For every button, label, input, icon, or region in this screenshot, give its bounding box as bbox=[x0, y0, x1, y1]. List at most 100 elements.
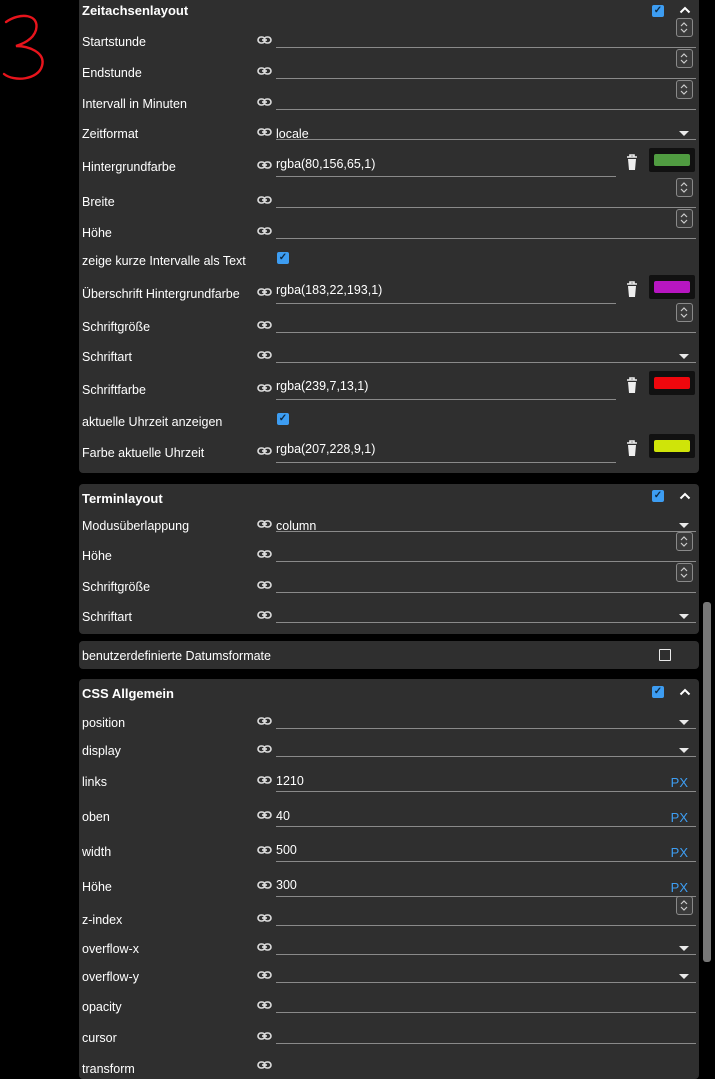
link-icon[interactable] bbox=[257, 549, 272, 559]
link-icon[interactable] bbox=[257, 810, 272, 820]
overflow-x-select[interactable] bbox=[276, 932, 696, 955]
modus-value: column bbox=[276, 519, 317, 533]
trash-icon[interactable] bbox=[625, 280, 639, 298]
links-input[interactable]: PX bbox=[276, 769, 696, 792]
chevron-up-icon[interactable] bbox=[679, 686, 691, 698]
link-icon[interactable] bbox=[257, 970, 272, 980]
position-select[interactable] bbox=[276, 706, 696, 729]
panel-enable-checkbox[interactable]: ✓ bbox=[652, 490, 664, 502]
link-icon[interactable] bbox=[257, 1060, 272, 1070]
trash-icon[interactable] bbox=[625, 439, 639, 457]
chevron-up-icon[interactable] bbox=[679, 4, 691, 16]
unit-label[interactable]: PX bbox=[671, 810, 688, 825]
panel-enable-checkbox[interactable]: ✓ bbox=[652, 686, 664, 698]
schriftgroesse-input[interactable] bbox=[276, 303, 696, 333]
panel-title: benutzerdefinierte Datumsformate bbox=[82, 649, 271, 663]
link-icon[interactable] bbox=[257, 226, 272, 236]
link-icon[interactable] bbox=[257, 35, 272, 45]
link-icon[interactable] bbox=[257, 1000, 272, 1010]
link-icon[interactable] bbox=[257, 580, 272, 590]
link-icon[interactable] bbox=[257, 880, 272, 890]
link-icon[interactable] bbox=[257, 744, 272, 754]
chevron-down-icon bbox=[679, 131, 689, 136]
zeitformat-value: locale bbox=[276, 127, 309, 141]
number-spinner[interactable] bbox=[676, 49, 693, 68]
trash-icon[interactable] bbox=[625, 153, 639, 171]
number-spinner[interactable] bbox=[676, 209, 693, 228]
color-swatch-fill bbox=[654, 440, 690, 452]
panel-header: Terminlayout ✓ bbox=[79, 484, 699, 510]
field-label: Schriftgröße bbox=[82, 320, 151, 334]
number-spinner[interactable] bbox=[676, 18, 693, 37]
link-icon[interactable] bbox=[257, 446, 272, 456]
field-label: Farbe aktuelle Uhrzeit bbox=[82, 446, 205, 460]
number-spinner[interactable] bbox=[676, 532, 693, 551]
trash-icon[interactable] bbox=[625, 376, 639, 394]
chevron-down-icon bbox=[679, 946, 689, 951]
link-icon[interactable] bbox=[257, 66, 272, 76]
startstunde-input[interactable] bbox=[276, 18, 696, 48]
number-spinner[interactable] bbox=[676, 80, 693, 99]
cursor-input[interactable] bbox=[276, 1021, 696, 1044]
intervall-input[interactable] bbox=[276, 80, 696, 110]
chevron-down-icon bbox=[679, 720, 689, 725]
color-swatch[interactable] bbox=[649, 148, 695, 172]
termin-hoehe-input[interactable] bbox=[276, 532, 696, 562]
css-hoehe-input[interactable]: PX bbox=[276, 874, 696, 897]
link-icon[interactable] bbox=[257, 1031, 272, 1041]
link-icon[interactable] bbox=[257, 127, 272, 137]
schriftfarbe-value: rgba(239,7,13,1) bbox=[276, 379, 369, 393]
field-label: zeige kurze Intervalle als Text bbox=[82, 254, 246, 268]
width-value: 500 bbox=[276, 843, 297, 857]
unit-label[interactable]: PX bbox=[671, 845, 688, 860]
number-spinner[interactable] bbox=[676, 303, 693, 322]
link-icon[interactable] bbox=[257, 845, 272, 855]
link-icon[interactable] bbox=[257, 383, 272, 393]
link-icon[interactable] bbox=[257, 287, 272, 297]
link-icon[interactable] bbox=[257, 775, 272, 785]
uhrzeit-anzeigen-checkbox[interactable]: ✓ bbox=[277, 413, 289, 425]
kurze-intervalle-checkbox[interactable]: ✓ bbox=[277, 252, 289, 264]
number-spinner[interactable] bbox=[676, 896, 693, 915]
chevron-up-icon[interactable] bbox=[679, 490, 691, 502]
scrollbar-thumb[interactable] bbox=[703, 602, 711, 962]
color-swatch[interactable] bbox=[649, 275, 695, 299]
link-icon[interactable] bbox=[257, 195, 272, 205]
color-swatch-fill bbox=[654, 377, 690, 389]
unit-label[interactable]: PX bbox=[671, 880, 688, 895]
link-icon[interactable] bbox=[257, 716, 272, 726]
field-label: Schriftart bbox=[82, 610, 133, 624]
overflow-y-select[interactable] bbox=[276, 960, 696, 983]
link-icon[interactable] bbox=[257, 350, 272, 360]
display-select[interactable] bbox=[276, 734, 696, 757]
link-icon[interactable] bbox=[257, 519, 272, 529]
color-swatch[interactable] bbox=[649, 434, 695, 458]
unit-label[interactable]: PX bbox=[671, 775, 688, 790]
panel-enable-checkbox[interactable]: ✓ bbox=[652, 5, 664, 17]
schriftart-select[interactable] bbox=[276, 340, 696, 363]
zeitformat-select[interactable] bbox=[276, 117, 696, 140]
field-label: Modusüberlappung bbox=[82, 519, 190, 533]
termin-schriftart-select[interactable] bbox=[276, 600, 696, 623]
link-icon[interactable] bbox=[257, 942, 272, 952]
zindex-input[interactable] bbox=[276, 896, 696, 926]
opacity-input[interactable] bbox=[276, 990, 696, 1013]
breite-input[interactable] bbox=[276, 178, 696, 208]
datumsformate-panel[interactable]: benutzerdefinierte Datumsformate bbox=[79, 641, 699, 669]
number-spinner[interactable] bbox=[676, 563, 693, 582]
field-label: aktuelle Uhrzeit anzeigen bbox=[82, 415, 223, 429]
termin-schriftgroesse-input[interactable] bbox=[276, 563, 696, 593]
hoehe-input[interactable] bbox=[276, 209, 696, 239]
number-spinner[interactable] bbox=[676, 178, 693, 197]
width-input[interactable]: PX bbox=[276, 839, 696, 862]
color-swatch[interactable] bbox=[649, 371, 695, 395]
endstunde-input[interactable] bbox=[276, 49, 696, 79]
link-icon[interactable] bbox=[257, 160, 272, 170]
panel-enable-checkbox[interactable] bbox=[659, 649, 671, 661]
link-icon[interactable] bbox=[257, 913, 272, 923]
oben-input[interactable]: PX bbox=[276, 804, 696, 827]
link-icon[interactable] bbox=[257, 320, 272, 330]
modus-select[interactable] bbox=[276, 509, 696, 532]
link-icon[interactable] bbox=[257, 610, 272, 620]
link-icon[interactable] bbox=[257, 97, 272, 107]
